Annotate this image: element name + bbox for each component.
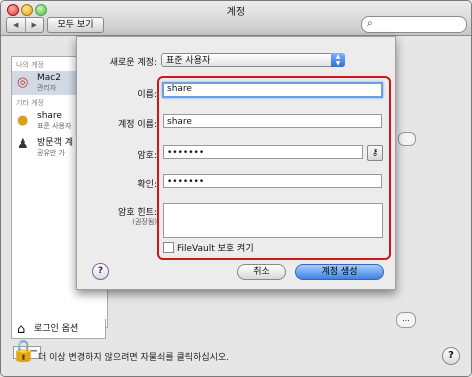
popup-arrows-icon: ▲ ▼ bbox=[331, 53, 345, 67]
guest-user-icon: ♟ bbox=[17, 137, 29, 152]
account-type-popup[interactable]: 표준 사용자 ▲ ▼ bbox=[161, 53, 345, 67]
sheet-help-button[interactable]: ? bbox=[92, 263, 109, 280]
login-options-label: 로그인 옵션 bbox=[34, 324, 79, 334]
filevault-checkbox[interactable] bbox=[163, 242, 174, 253]
password-value: ••••••• bbox=[167, 148, 205, 158]
forward-button[interactable]: ▶ bbox=[26, 18, 44, 32]
lock-icon[interactable]: 🔓 bbox=[11, 339, 36, 363]
filevault-label: FileVault 보호 켜기 bbox=[177, 244, 254, 254]
verify-field[interactable]: ••••••• bbox=[163, 174, 382, 188]
accounts-window: 계정 ◀ ▶ 모두 보기 ⌕ 나의 계정 ◎ Mac2 관리자 기타 계정 ● … bbox=[0, 0, 472, 377]
show-all-button[interactable]: 모두 보기 bbox=[47, 17, 104, 33]
verify-value: ••••••• bbox=[167, 177, 205, 187]
account-name-field[interactable]: share bbox=[163, 114, 382, 128]
password-hint-field[interactable] bbox=[163, 203, 383, 238]
hint-recommended-label: (권장됨) bbox=[132, 218, 157, 226]
password-field[interactable]: ••••••• bbox=[163, 145, 363, 159]
name-value: share bbox=[167, 84, 192, 94]
create-account-button[interactable]: 계정 생성 bbox=[295, 264, 384, 280]
help-button[interactable]: ? bbox=[442, 347, 460, 365]
title-bar: 계정 ◀ ▶ 모두 보기 ⌕ bbox=[1, 1, 471, 36]
cancel-button[interactable]: 취소 bbox=[237, 264, 286, 280]
account-name-label: 계정 이름: bbox=[117, 120, 157, 130]
background-button[interactable] bbox=[398, 132, 416, 146]
filevault-checkbox-row[interactable]: FileVault 보호 켜기 bbox=[163, 241, 254, 254]
back-button[interactable]: ◀ bbox=[7, 18, 26, 32]
search-field[interactable]: ⌕ bbox=[361, 16, 467, 33]
new-account-sheet: 새로운 계정: 표준 사용자 ▲ ▼ 이름: share 계정 이름: share… bbox=[76, 36, 396, 290]
account-type-value: 표준 사용자 bbox=[166, 56, 211, 66]
password-label: 암호: bbox=[137, 151, 157, 161]
account-name-value: share bbox=[167, 117, 192, 127]
new-account-label: 새로운 계정: bbox=[109, 58, 157, 68]
name-field[interactable]: share bbox=[162, 82, 383, 98]
lock-message: 더 이상 변경하지 않으려면 자물쇠를 클릭하십시오. bbox=[38, 353, 230, 363]
verify-label: 확인: bbox=[137, 180, 157, 190]
background-ellipsis-button[interactable]: ... bbox=[396, 312, 416, 328]
name-label: 이름: bbox=[137, 90, 157, 100]
password-assistant-key-icon[interactable]: ⚷ bbox=[367, 145, 383, 161]
home-icon: ⌂ bbox=[17, 322, 26, 337]
target-avatar-icon: ◎ bbox=[17, 75, 29, 90]
user-icon: ● bbox=[17, 113, 29, 128]
back-forward-control: ◀ ▶ bbox=[6, 17, 44, 33]
search-icon: ⌕ bbox=[367, 18, 373, 29]
login-options-item[interactable]: ⌂ 로그인 옵션 bbox=[11, 319, 106, 339]
